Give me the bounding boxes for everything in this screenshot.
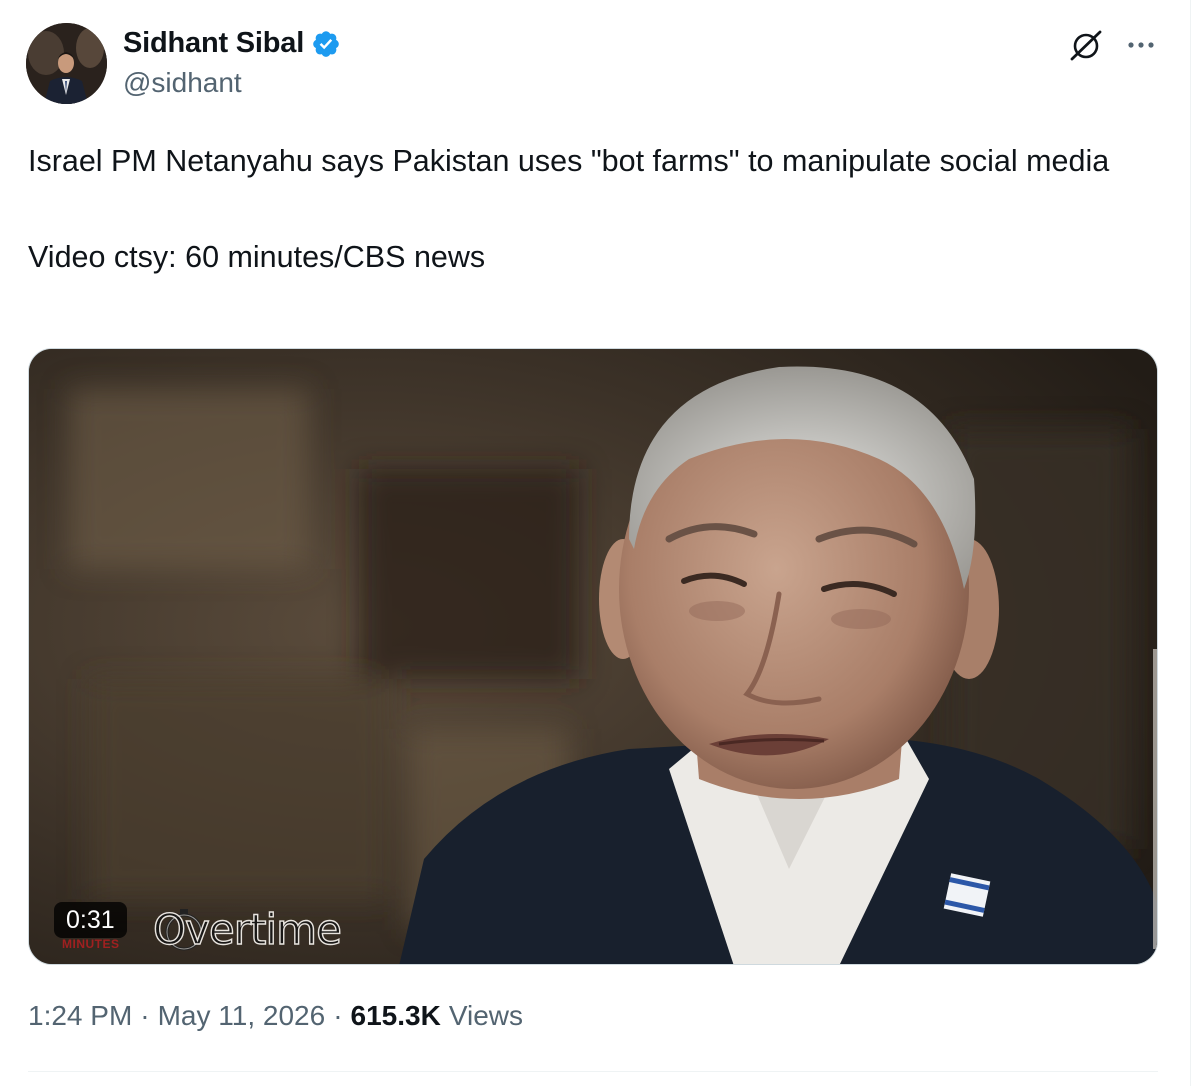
verified-badge-icon[interactable] <box>311 29 341 59</box>
tweet: Sidhant Sibal @sidhant Israel PM Netanya… <box>0 0 1194 1086</box>
video-thumbnail <box>29 349 1157 964</box>
grok-icon <box>1070 30 1102 61</box>
grok-button[interactable] <box>1066 26 1106 66</box>
tweet-date-link[interactable]: May 11, 2026 <box>158 1000 326 1032</box>
tweet-text-line: Video ctsy: 60 minutes/CBS news <box>28 240 486 274</box>
views-count[interactable]: 615.3K <box>351 1000 441 1032</box>
video-duration-badge: 0:31 <box>54 902 127 938</box>
avatar-image <box>26 23 107 104</box>
views-label: Views <box>448 1000 524 1031</box>
watermark-minutes: MINUTES <box>62 937 120 951</box>
more-options-button[interactable] <box>1122 26 1162 66</box>
tweet-meta: 1:24 PM · May 11, 2026 · 615.3K Views <box>28 1000 523 1032</box>
author-handle[interactable]: @sidhant <box>123 67 242 99</box>
column-border <box>1190 0 1191 1086</box>
author-display-name[interactable]: Sidhant Sibal <box>123 27 304 60</box>
meta-separator: · <box>333 1000 343 1031</box>
divider <box>28 1071 1158 1072</box>
tweet-text-line: Israel PM Netanyahu says Pakistan uses "… <box>28 144 1110 178</box>
video-player[interactable]: Overtime MINUTES 0:31 <box>28 348 1158 965</box>
author-name-row: Sidhant Sibal <box>123 27 341 60</box>
meta-separator: · <box>140 1000 150 1031</box>
author-avatar[interactable] <box>26 23 107 104</box>
watermark-overtime: Overtime <box>152 904 342 954</box>
tweet-time-link[interactable]: 1:24 PM <box>28 1000 132 1032</box>
tweet-text: Israel PM Netanyahu says Pakistan uses "… <box>28 137 1168 281</box>
more-dots-icon <box>1128 42 1154 48</box>
